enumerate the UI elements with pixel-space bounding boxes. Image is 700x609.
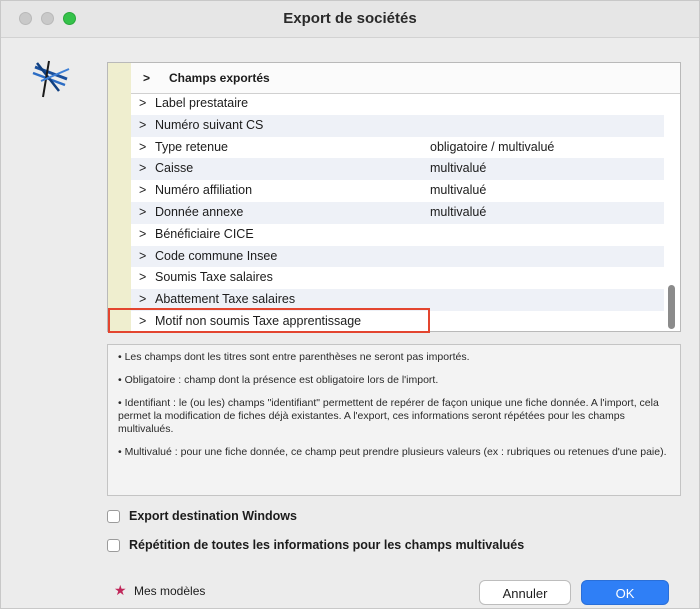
list-gutter xyxy=(108,63,131,331)
cancel-button[interactable]: Annuler xyxy=(479,580,571,605)
chevron-right-icon: > xyxy=(139,117,147,132)
chevron-right-icon: > xyxy=(139,248,147,263)
note-ignored: • Les champs dont les titres sont entre … xyxy=(118,351,470,363)
star-icon: ★ xyxy=(114,582,127,598)
list-item[interactable]: > Numéro affiliation multivalué xyxy=(131,180,664,202)
list-item[interactable]: > Code commune Insee xyxy=(131,245,664,268)
ok-button[interactable]: OK xyxy=(581,580,669,605)
export-windows-checkbox[interactable] xyxy=(107,510,120,523)
chevron-right-icon: > xyxy=(139,161,147,176)
export-dialog: Export de sociétés > Champs exportés > La… xyxy=(0,0,700,609)
note-multivalue: • Multivalué : pour une fiche donnée, ce… xyxy=(118,446,667,458)
exported-fields-list[interactable]: > Champs exportés > Label prestataire > Nu… xyxy=(107,62,681,332)
chevron-right-icon: > xyxy=(139,270,147,285)
list-item[interactable]: > Numéro suivant CS xyxy=(131,114,664,137)
note-mandatory: • Obligatoire : champ dont la présence e… xyxy=(118,374,439,386)
highlight-box xyxy=(108,308,430,333)
chevron-right-icon: > xyxy=(139,204,147,219)
note-identifier: • Identifiant : le (ou les) champs "iden… xyxy=(118,397,659,435)
list-item[interactable]: > Type retenue obligatoire / multivalué xyxy=(131,137,664,159)
export-windows-label: Export destination Windows xyxy=(129,509,297,523)
window-title: Export de sociétés xyxy=(283,10,417,27)
chevron-right-icon: > xyxy=(143,71,151,85)
app-logo-icon xyxy=(32,60,70,98)
repeat-info-label: Répétition de toutes les informations po… xyxy=(129,538,525,552)
chevron-right-icon: > xyxy=(139,226,147,241)
chevron-right-icon: > xyxy=(139,96,147,110)
list-item[interactable]: > Caisse multivalué xyxy=(131,158,664,181)
my-models-label: Mes modèles xyxy=(134,584,206,598)
list-item[interactable]: > Soumis Taxe salaires xyxy=(131,267,664,289)
list-item[interactable]: > Bénéficiaire CICE xyxy=(131,224,664,246)
list-scrollbar[interactable] xyxy=(666,93,678,329)
list-header[interactable]: > Champs exportés xyxy=(131,63,680,94)
title-bar: Export de sociétés xyxy=(1,1,699,38)
list-header-label: Champs exportés xyxy=(169,71,270,85)
chevron-right-icon: > xyxy=(139,183,147,198)
scrollbar-thumb[interactable] xyxy=(668,285,675,329)
legend-notes: • Les champs dont les titres sont entre … xyxy=(107,344,681,496)
list-item[interactable]: > Label prestataire xyxy=(131,93,664,115)
list-item[interactable]: > Donnée annexe multivalué xyxy=(131,201,664,224)
chevron-right-icon: > xyxy=(139,139,147,154)
repeat-info-checkbox[interactable] xyxy=(107,539,120,552)
